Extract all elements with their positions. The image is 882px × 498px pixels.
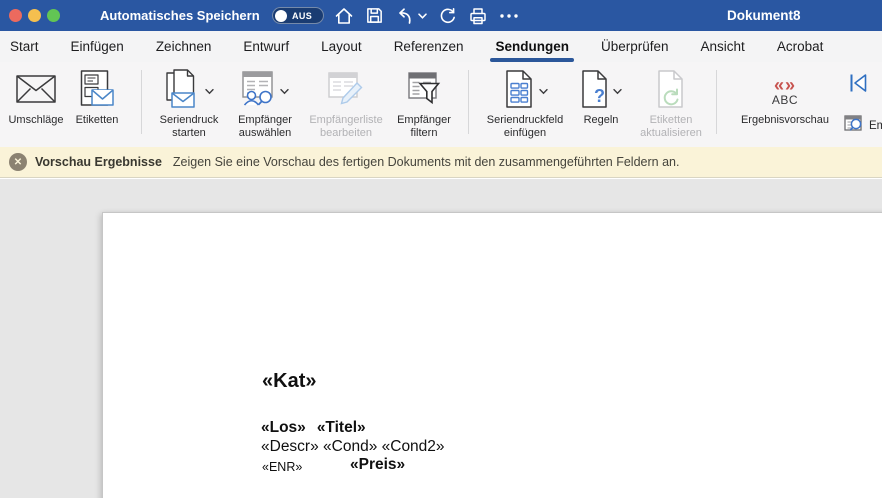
chevron-down-icon: [205, 88, 214, 95]
titlebar: Automatisches Speichern AUS: [0, 0, 882, 31]
tab-start[interactable]: Start: [10, 31, 39, 62]
rules-icon: ?: [580, 70, 610, 113]
tab-entwurf[interactable]: Entwurf: [243, 31, 289, 62]
merge-field-titel[interactable]: «Titel»: [317, 419, 366, 437]
save-icon[interactable]: [365, 6, 384, 25]
ribbon-separator: [141, 70, 142, 134]
merge-field-preis[interactable]: «Preis»: [350, 456, 405, 474]
infobar-title: Vorschau Ergebnisse: [35, 155, 162, 169]
find-recipient-label: Em: [869, 120, 882, 132]
insert-merge-field-icon: [502, 70, 536, 113]
tab-zeichnen[interactable]: Zeichnen: [156, 31, 212, 62]
document-title: Dokument8: [727, 8, 801, 23]
merge-field-line-lot-title[interactable]: «Los» «Titel»: [261, 419, 366, 437]
document-canvas[interactable]: «Kat» «Los» «Titel» «Descr» «Cond» «Cond…: [0, 179, 882, 498]
merge-field-description-line[interactable]: «Descr» «Cond» «Cond2»: [261, 438, 445, 456]
first-record-icon[interactable]: [846, 71, 870, 100]
prev-record-icon[interactable]: [875, 71, 882, 100]
tab-ansicht[interactable]: Ansicht: [701, 31, 745, 62]
umschlaege-button[interactable]: Umschläge: [4, 62, 68, 127]
close-icon[interactable]: ✕: [9, 153, 27, 171]
document-page[interactable]: «Kat» «Los» «Titel» «Descr» «Cond» «Cond…: [102, 212, 882, 498]
labels-icon: [79, 70, 115, 113]
ribbon-group-fields: Seriendruckfeldeinfügen ? Regeln Etikett: [478, 62, 712, 139]
tab-layout[interactable]: Layout: [321, 31, 362, 62]
chevron-down-icon: [613, 88, 622, 95]
regeln-button[interactable]: ? Regeln: [572, 62, 630, 127]
ribbon-separator: [468, 70, 469, 134]
preview-results-infobar: ✕ Vorschau Ergebnisse Zeigen Sie eine Vo…: [0, 147, 882, 178]
etiketten-button[interactable]: Etiketten: [68, 62, 126, 127]
filter-recipients-icon: [407, 71, 441, 112]
find-recipient-icon: [844, 114, 865, 138]
minimize-window-button[interactable]: [28, 9, 41, 22]
start-mail-merge-icon: [164, 69, 202, 114]
undo-icon[interactable]: [395, 6, 413, 26]
update-labels-icon: [656, 70, 686, 113]
titlebar-quick-actions: [334, 5, 519, 26]
autosave-toggle[interactable]: AUS: [272, 7, 324, 24]
etiketten-aktualisieren-button: Etikettenaktualisieren: [630, 62, 712, 139]
seriendruck-starten-button[interactable]: Seriendruckstarten: [150, 62, 228, 139]
select-recipients-icon: [241, 70, 277, 113]
close-window-button[interactable]: [9, 9, 22, 22]
ribbon-group-create: Umschläge Etiketten: [4, 62, 126, 127]
tab-acrobat[interactable]: Acrobat: [777, 31, 824, 62]
ergebnisvorschau-button[interactable]: «» ABC Ergebnisvorschau: [727, 62, 843, 127]
merge-field-kat[interactable]: «Kat»: [262, 370, 316, 393]
infobar-message: Zeigen Sie eine Vorschau des fertigen Do…: [173, 155, 680, 169]
chevron-down-icon: [280, 88, 289, 95]
preview-results-icon: «» ABC: [772, 76, 798, 106]
envelope-icon: [16, 75, 56, 108]
more-actions-icon[interactable]: [499, 6, 519, 26]
traffic-lights: [9, 9, 60, 22]
merge-field-enr[interactable]: «ENR»: [262, 460, 302, 474]
seriendruckfeld-einfuegen-button[interactable]: Seriendruckfeldeinfügen: [478, 62, 572, 139]
word-window: Automatisches Speichern AUS: [0, 0, 882, 498]
empfaenger-auswaehlen-button[interactable]: Empfängerauswählen: [228, 62, 302, 139]
ribbon-separator: [716, 70, 717, 134]
ribbon-group-start-merge: Seriendruckstarten Empfängerauswählen E: [150, 62, 458, 139]
home-icon[interactable]: [334, 6, 354, 26]
redo-icon[interactable]: [438, 6, 457, 26]
undo-menu-chevron-icon[interactable]: [418, 12, 427, 20]
svg-text:?: ?: [594, 86, 605, 106]
ribbon-group-preview: «» ABC Ergebnisvorschau: [727, 62, 843, 127]
tab-sendungen[interactable]: Sendungen: [495, 31, 569, 62]
ribbon: Umschläge Etiketten: [0, 62, 882, 148]
empfaenger-filtern-button[interactable]: Empfängerfiltern: [390, 62, 458, 139]
zoom-window-button[interactable]: [47, 9, 60, 22]
tab-referenzen[interactable]: Referenzen: [394, 31, 464, 62]
autosave-state: AUS: [292, 11, 312, 21]
tab-ueberpruefen[interactable]: Überprüfen: [601, 31, 669, 62]
empfaengerliste-bearbeiten-button: Empfängerlistebearbeiten: [302, 62, 390, 139]
toggle-knob-icon: [275, 10, 287, 22]
merge-field-los[interactable]: «Los»: [261, 419, 306, 437]
print-icon[interactable]: [468, 6, 488, 26]
autosave-label: Automatisches Speichern: [100, 8, 260, 23]
find-recipient-button[interactable]: Em: [844, 114, 882, 138]
chevron-down-icon: [539, 88, 548, 95]
tab-einfuegen[interactable]: Einfügen: [71, 31, 124, 62]
ribbon-tab-bar: Start Einfügen Zeichnen Entwurf Layout R…: [0, 31, 882, 62]
edit-recipient-list-icon: [327, 71, 365, 112]
